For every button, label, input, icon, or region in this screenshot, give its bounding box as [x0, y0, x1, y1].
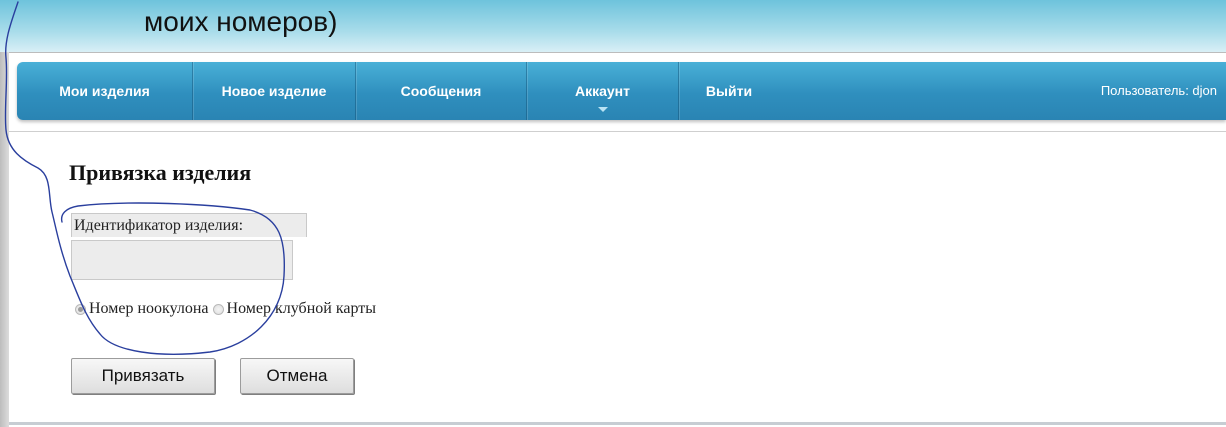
navbar-divider — [9, 131, 1226, 132]
radio-club-card-number[interactable] — [212, 303, 224, 315]
slide-header-band: моих номеров) — [0, 0, 1226, 52]
current-user-label: Пользователь: djon — [1100, 83, 1217, 98]
page-bottom-divider — [9, 422, 1226, 425]
nav-item-my-products[interactable]: Мои изделия — [17, 62, 192, 120]
bind-button[interactable]: Привязать — [71, 358, 215, 394]
product-id-label: Идентификатор изделия: — [71, 213, 307, 237]
radio-label: Номер ноокулона — [89, 300, 209, 317]
nav-item-label: Мои изделия — [59, 83, 150, 99]
window-left-border — [0, 52, 9, 427]
radio-pendant-number[interactable] — [75, 303, 86, 315]
dropdown-caret-icon — [597, 107, 608, 112]
main-navbar: Мои изделия Новое изделие Сообщения Акка… — [17, 62, 1226, 120]
cancel-button[interactable]: Отмена — [240, 358, 354, 394]
nav-item-logout[interactable]: Выйти — [679, 62, 779, 120]
product-id-input[interactable] — [71, 240, 293, 280]
nav-item-messages[interactable]: Сообщения — [356, 62, 526, 120]
nav-item-account[interactable]: Аккаунт — [527, 62, 678, 120]
nav-item-new-product[interactable]: Новое изделие — [193, 62, 355, 120]
nav-item-label: Аккаунт — [574, 83, 630, 99]
page-title: Привязка изделия — [69, 160, 252, 185]
nav-item-label: Выйти — [705, 83, 753, 99]
nav-item-label: Новое изделие — [221, 83, 327, 99]
radio-label: Номер клубной карты — [226, 300, 376, 317]
id-type-radio-group: Номер ноокулона Номер клубной карты — [75, 298, 380, 320]
slide-title: моих номеров) — [144, 6, 338, 37]
nav-item-label: Сообщения — [400, 83, 482, 99]
page-top-divider — [9, 52, 1226, 53]
